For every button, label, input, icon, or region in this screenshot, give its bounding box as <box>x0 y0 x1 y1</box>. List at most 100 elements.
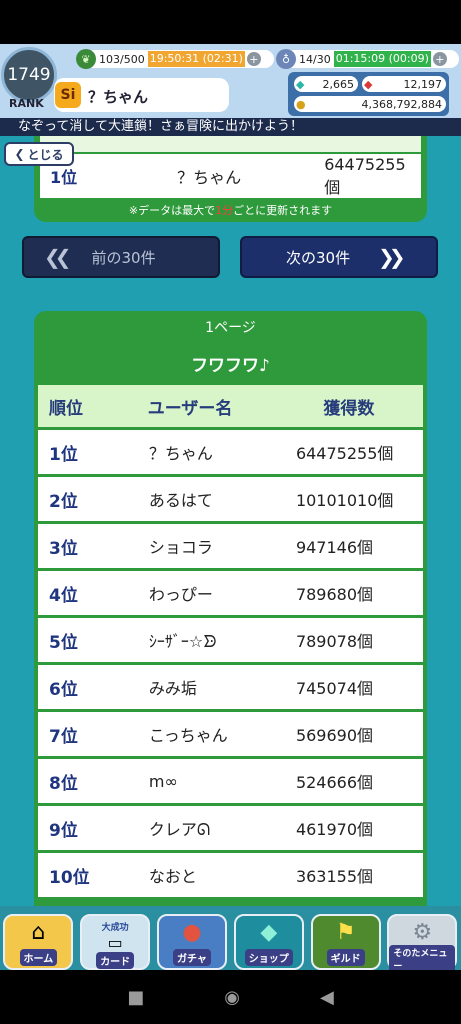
row-rank: 8位 <box>49 773 78 794</box>
ticket-value: 14/30 <box>299 52 331 66</box>
potion-icon: ♁ <box>276 49 296 69</box>
my-rank-row: 1位 ？ちゃん 64475255個 <box>40 154 421 198</box>
nav-guild[interactable]: ⚑ ギルド <box>307 906 384 970</box>
card-icon: ▭ <box>107 933 123 952</box>
row-name: m∞ <box>148 771 178 791</box>
page-label: 1ページ <box>205 320 256 336</box>
back-button[interactable]: ❮ とじる <box>4 142 74 166</box>
my-rank-panel: 1位 ？ちゃん 64475255個 ※データは最大で1分ごとに更新されます <box>34 136 427 222</box>
nav-guild-label: ギルド <box>326 949 365 966</box>
gem-red-counter: ◆ 12,197 <box>362 76 446 92</box>
row-rank: 7位 <box>49 726 78 747</box>
table-row[interactable]: 1位 ？ちゃん 64475255個 <box>38 430 423 474</box>
gear-icon: ⚙ <box>412 920 433 945</box>
next-page-label: 次の30件 <box>286 248 351 267</box>
nav-home-label: ホーム <box>19 949 58 966</box>
news-ticker: なぞって消して大連鎖！さぁ冒険に出かけよう！ <box>0 118 461 136</box>
board-title: フワフワ♪ <box>191 356 270 376</box>
prev-page-label: 前の30件 <box>91 248 156 267</box>
coin-icon: ● <box>296 97 306 111</box>
home-circle-icon[interactable]: ◉ <box>224 987 240 1008</box>
my-rank-position: 1位 <box>50 168 78 187</box>
nav-card[interactable]: 大成功 ▭ カード <box>77 906 154 970</box>
row-score: 789680個 <box>295 585 374 604</box>
row-name: ？ちゃん <box>148 444 213 463</box>
row-rank: 10位 <box>49 867 90 888</box>
table-row[interactable]: 10位 なおと 363155個 <box>38 853 423 897</box>
nav-home-tile: ⌂ ホーム <box>3 914 74 970</box>
table-row[interactable]: 7位 こっちゃん 569690個 <box>38 712 423 756</box>
nav-shop-label: ショップ <box>244 949 293 966</box>
prev-page-button[interactable]: ❮❮ 前の30件 <box>22 236 220 278</box>
table-row[interactable]: 4位 わっぴー 789680個 <box>38 571 423 615</box>
nav-more-tile: ⚙ そのたメニュー <box>387 914 458 973</box>
table-row[interactable]: 6位 みみ垢 745074個 <box>38 665 423 709</box>
table-row[interactable]: 9位 クレアᘏ 461970個 <box>38 806 423 850</box>
recents-icon[interactable]: ■ <box>127 987 144 1008</box>
card-badge: 大成功 <box>101 923 129 933</box>
stamina-meter[interactable]: ❦ 103/500 19:50:31 (02:31) + <box>76 49 274 69</box>
row-rank: 4位 <box>49 585 78 606</box>
table-row[interactable]: 8位 m∞ 524666個 <box>38 759 423 803</box>
double-chevron-right-icon: ❯❯ <box>378 245 405 269</box>
gem-icon: ◆ <box>260 920 278 945</box>
row-score: 461970個 <box>295 820 374 839</box>
row-rank: 6位 <box>49 679 78 700</box>
nav-more[interactable]: ⚙ そのたメニュー <box>384 906 461 973</box>
row-name: みみ垢 <box>148 679 197 698</box>
update-note-highlight: 1分 <box>215 204 234 217</box>
stamina-value: 103/500 <box>99 52 145 66</box>
row-score: 789078個 <box>295 632 374 651</box>
nav-card-label: カード <box>96 952 135 969</box>
row-rank: 5位 <box>49 632 78 653</box>
row-name: なおと <box>148 867 197 886</box>
gem-teal-icon: ◆ <box>296 77 305 91</box>
nav-shop[interactable]: ◆ ショップ <box>230 906 307 970</box>
rank-value: 1749 <box>7 65 51 85</box>
ticket-plus-icon[interactable]: + <box>432 52 447 66</box>
player-name: ？ちゃん <box>88 88 149 106</box>
table-row[interactable]: 2位 あるはて 10101010個 <box>38 477 423 521</box>
table-row[interactable]: 5位 ｼｰｻﾞｰ☆ᗦ 789078個 <box>38 618 423 662</box>
system-nav-bar: ■ ◉ ◀ <box>0 970 461 1024</box>
back-label: とじる <box>27 147 64 162</box>
nav-home[interactable]: ⌂ ホーム <box>0 906 77 970</box>
gem-red-value: 12,197 <box>403 77 443 91</box>
ticket-meter[interactable]: ♁ 14/30 01:15:09 (00:09) + <box>276 49 459 69</box>
row-rank: 2位 <box>49 491 78 512</box>
row-name: クレアᘏ <box>148 820 211 839</box>
table-header: 順位 ユーザー名 獲得数 <box>38 385 423 427</box>
next-page-button[interactable]: 次の30件 ❯❯ <box>240 236 438 278</box>
rank-badge[interactable]: 1749 <box>1 47 57 103</box>
row-score: 524666個 <box>295 773 374 792</box>
nav-more-label: そのたメニュー <box>389 945 456 973</box>
title-badge: Si <box>55 82 81 108</box>
gem-red-icon: ◆ <box>364 77 373 91</box>
rank-label: RANK <box>9 97 44 110</box>
header-name: ユーザー名 <box>147 398 233 419</box>
row-rank: 9位 <box>49 820 78 841</box>
back-triangle-icon[interactable]: ◀ <box>320 987 334 1008</box>
puyo-icon: ● <box>182 920 202 945</box>
coin-value: 4,368,792,884 <box>361 97 442 111</box>
my-rank-score: 64475255個 <box>324 154 406 197</box>
stamina-timer: 19:50:31 (02:31) <box>147 51 245 67</box>
row-name: あるはて <box>148 491 213 510</box>
ticket-timer: 01:15:09 (00:09) <box>333 51 431 67</box>
chevron-left-icon: ❮ <box>14 147 25 161</box>
nav-card-tile: 大成功 ▭ カード <box>80 914 151 970</box>
gem-small-counter: ◆ 2,665 <box>294 76 358 92</box>
row-name: ｼｰｻﾞｰ☆ᗦ <box>148 632 217 651</box>
row-name: わっぴー <box>148 585 213 604</box>
header-score: 獲得数 <box>323 398 375 419</box>
table-row[interactable]: 3位 ショコラ 947146個 <box>38 524 423 568</box>
row-name: ショコラ <box>148 538 213 557</box>
ranking-list: 1位 ？ちゃん 64475255個 2位 あるはて 10101010個 3位 ショコラ 94… <box>38 430 427 900</box>
stamina-plus-icon[interactable]: + <box>246 52 261 66</box>
nav-gacha-tile: ● ガチャ <box>156 914 227 970</box>
nav-shop-tile: ◆ ショップ <box>233 914 304 970</box>
header-rank: 順位 <box>49 398 83 419</box>
row-name: こっちゃん <box>148 726 228 745</box>
gem-small-value: 2,665 <box>322 77 355 91</box>
nav-gacha[interactable]: ● ガチャ <box>154 906 231 970</box>
